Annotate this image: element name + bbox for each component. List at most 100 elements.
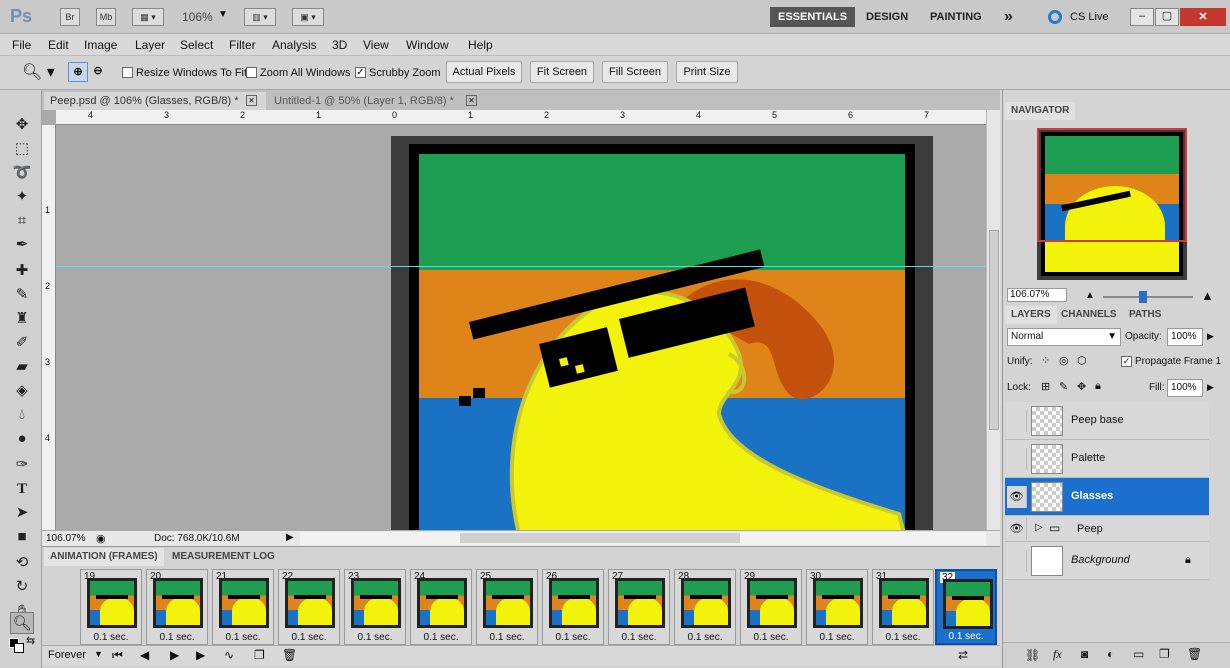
tab-untitled[interactable]: Untitled-1 @ 50% (Layer 1, RGB/8) * [268,92,482,110]
menu-layer[interactable]: Layer [135,38,165,52]
pen-tool-icon[interactable]: ✑ [10,454,34,476]
zoom-out-small-icon[interactable]: ▲ [1085,290,1095,301]
menu-select[interactable]: Select [180,38,213,52]
zoom-tool-preset-icon[interactable]: 🔍︎ ▾ [22,62,55,82]
frame-delay[interactable]: 0.1 sec. [345,632,405,643]
eraser-tool-icon[interactable]: ▰ [10,356,34,378]
frame-delay[interactable]: 0.1 sec. [411,632,471,643]
menu-window[interactable]: Window [406,38,449,52]
navigator-zoom-field[interactable]: 106.07% [1007,288,1067,302]
dodge-tool-icon[interactable]: ● [10,428,34,450]
horizontal-scrollbar[interactable] [300,532,986,545]
vertical-scrollbar[interactable] [986,110,1000,530]
animation-frame[interactable]: 25 0.1 sec. [476,569,538,645]
actual-pixels-button[interactable]: Actual Pixels [446,61,522,83]
tab-peep[interactable]: Peep.psd @ 106% (Glasses, RGB/8) * [44,92,266,110]
propagate-frame-checkbox[interactable]: ✓ [1121,356,1132,367]
visibility-toggle[interactable] [1007,448,1027,470]
tab-layers[interactable]: LAYERS [1005,306,1057,324]
swap-colors-icon[interactable]: ⇆ [26,634,35,647]
navigator-preview[interactable] [1037,128,1187,280]
unify-visibility-icon[interactable]: ◎ [1059,354,1069,367]
visibility-toggle[interactable] [1007,550,1027,572]
frame-delay[interactable]: 0.1 sec. [675,632,735,643]
eye-icon[interactable]: 👁︎ [1007,486,1027,508]
view-extras-button[interactable]: ▦ ▾ [132,8,164,26]
status-zoom[interactable]: 106.07% [46,533,85,544]
more-workspaces-icon[interactable]: » [996,7,1021,27]
animation-frame[interactable]: 22 0.1 sec. [278,569,340,645]
first-frame-icon[interactable]: ⏮ [112,648,123,663]
vertical-ruler[interactable]: 1 2 3 4 [42,125,56,530]
loop-dropdown-icon[interactable]: ▼ [94,649,103,659]
status-info-icon[interactable]: ◉ [96,532,106,545]
layer-glasses[interactable]: 👁︎ Glasses [1005,478,1209,516]
3d-orbit-tool-icon[interactable]: ↻ [10,576,34,598]
previous-frame-icon[interactable]: ◀ [140,648,149,662]
cs-live-icon[interactable] [1048,10,1062,24]
menu-analysis[interactable]: Analysis [272,38,317,52]
animation-frame[interactable]: 31 0.1 sec. [872,569,934,645]
opacity-field[interactable]: 100% [1167,328,1203,346]
unify-position-icon[interactable]: ⁘ [1041,354,1050,367]
frame-delay[interactable]: 0.1 sec. [937,631,995,642]
frame-delay[interactable]: 0.1 sec. [279,632,339,643]
close-tab-icon[interactable]: ✕ [246,95,257,106]
tab-channels[interactable]: CHANNELS [1055,306,1123,324]
horizontal-ruler[interactable]: 4 3 2 1 0 1 2 3 4 5 6 7 [56,110,986,125]
lock-transparency-icon[interactable]: ⊞ [1041,380,1050,393]
zoom-tool-icon[interactable]: 🔍︎ [10,612,34,634]
opacity-arrow-icon[interactable]: ▶ [1207,331,1214,342]
move-tool-icon[interactable]: ✥ [10,114,34,136]
unify-style-icon[interactable]: ⬡ [1077,354,1087,367]
frame-delay[interactable]: 0.1 sec. [609,632,669,643]
zoom-in-small-icon[interactable]: ▲ [1201,288,1214,303]
tab-paths[interactable]: PATHS [1123,306,1167,324]
next-frame-icon[interactable]: ▶ [196,648,205,662]
status-arrow-icon[interactable]: ▶ [286,532,294,543]
guide-line[interactable] [56,266,986,267]
blend-mode-select[interactable]: Normal ▼ [1007,328,1121,346]
crop-tool-icon[interactable]: ⌗ [10,210,34,232]
lock-all-icon[interactable]: 🔒︎ [1095,380,1101,393]
screen-mode-button[interactable]: ▣ ▾ [292,8,324,26]
quick-selection-tool-icon[interactable]: ✦ [10,186,34,208]
animation-frame[interactable]: 24 0.1 sec. [410,569,472,645]
maximize-button[interactable]: ▢ [1155,8,1179,26]
workspace-painting[interactable]: PAINTING [922,7,990,27]
layer-background[interactable]: Background 🔒︎ [1005,542,1209,580]
layer-style-icon[interactable]: fx [1053,647,1062,662]
lock-position-icon[interactable]: ✥ [1077,380,1086,393]
slider-knob[interactable] [1139,291,1147,303]
fill-field[interactable]: 100% [1167,379,1203,397]
menu-image[interactable]: Image [84,38,117,52]
zoom-in-icon[interactable]: ⊕ [68,62,88,82]
animation-frame[interactable]: 23 0.1 sec. [344,569,406,645]
frame-delay[interactable]: 0.1 sec. [543,632,603,643]
menu-3d[interactable]: 3D [332,38,347,52]
healing-brush-tool-icon[interactable]: ✚ [10,260,34,282]
close-button[interactable]: ✕ [1180,8,1226,26]
close-tab-icon[interactable]: ✕ [466,95,477,106]
animation-frame[interactable]: 19 0.1 sec. [80,569,142,645]
menu-file[interactable]: File [12,38,31,52]
workspace-design[interactable]: DESIGN [858,7,916,27]
link-layers-icon[interactable]: ⛓︎ [1025,648,1040,662]
print-size-button[interactable]: Print Size [676,61,738,83]
history-brush-tool-icon[interactable]: ✐ [10,332,34,354]
layer-palette[interactable]: Palette [1005,440,1209,478]
animation-frame[interactable]: 30 0.1 sec. [806,569,868,645]
frame-delay[interactable]: 0.1 sec. [213,632,273,643]
expand-group-icon[interactable]: ▷ [1035,522,1043,533]
duplicate-frame-icon[interactable]: ❐ [254,648,265,662]
eye-icon[interactable]: 👁︎ [1007,518,1027,540]
layer-peep-base[interactable]: Peep base [1005,402,1209,440]
clone-stamp-tool-icon[interactable]: ♜ [10,308,34,330]
animation-frame[interactable]: 27 0.1 sec. [608,569,670,645]
play-icon[interactable]: ▶ [170,648,179,662]
mini-bridge-button[interactable]: Mb [96,8,116,26]
fill-arrow-icon[interactable]: ▶ [1207,382,1214,393]
navigator-zoom-slider[interactable] [1103,296,1193,298]
menu-edit[interactable]: Edit [48,38,69,52]
loop-select[interactable]: Forever [48,649,86,661]
